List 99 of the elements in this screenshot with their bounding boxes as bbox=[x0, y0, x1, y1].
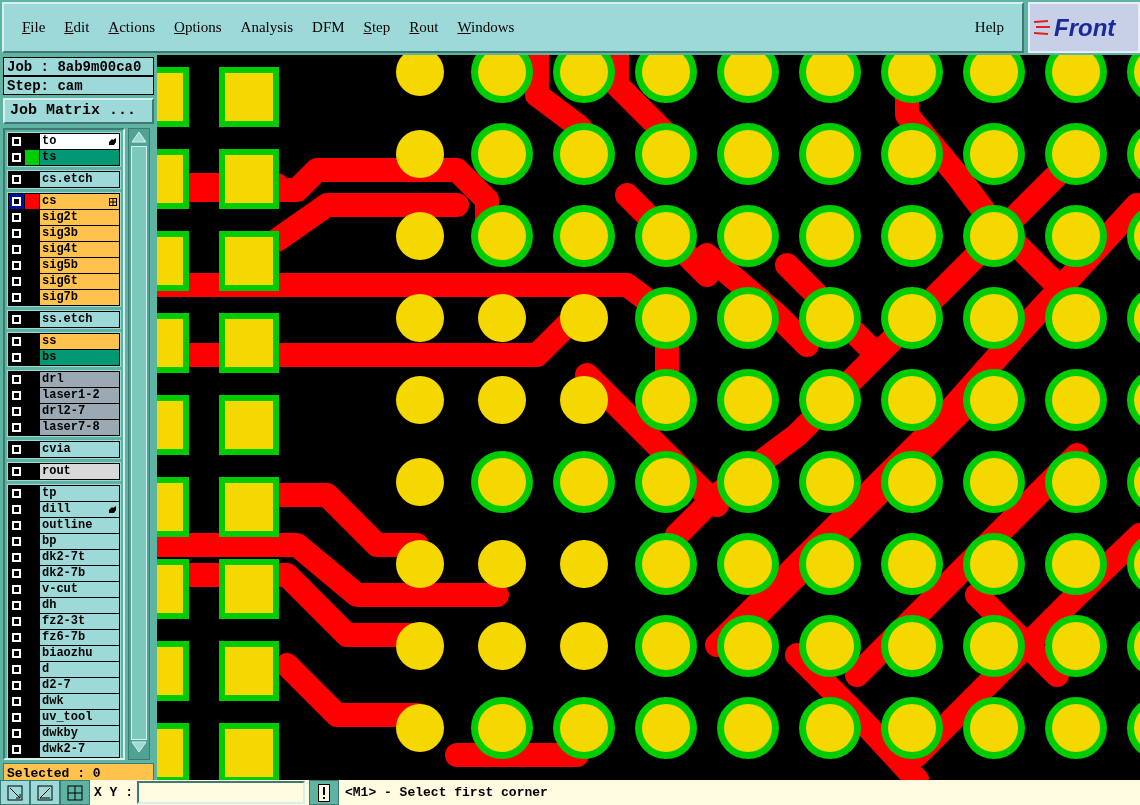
layer-name[interactable]: rout bbox=[40, 464, 119, 479]
status-message: <M1> - Select first corner bbox=[344, 784, 548, 802]
layer-name[interactable]: laser7-8 bbox=[40, 420, 119, 435]
layer-name[interactable]: uv_tool bbox=[40, 710, 119, 725]
layer-name[interactable]: sig7b bbox=[40, 290, 119, 305]
layer-name[interactable]: ts bbox=[40, 150, 119, 165]
layer-name[interactable]: dill bbox=[40, 502, 119, 517]
layer-name[interactable]: tp bbox=[40, 486, 119, 501]
layer-name[interactable]: dh bbox=[40, 598, 119, 613]
layer-name[interactable]: dwk2-7 bbox=[40, 742, 119, 757]
layer-name[interactable]: fz2-3t bbox=[40, 614, 119, 629]
layer-name[interactable]: biaozhu bbox=[40, 646, 119, 661]
layer-selector[interactable] bbox=[9, 502, 24, 517]
layer-selector[interactable] bbox=[9, 350, 24, 365]
layer-selector[interactable] bbox=[9, 274, 24, 289]
layer-name[interactable]: dwk bbox=[40, 694, 119, 709]
menu-item[interactable]: Analysis bbox=[232, 16, 302, 39]
coordinates-label: X Y : bbox=[93, 784, 134, 802]
layer-name[interactable]: d2-7 bbox=[40, 678, 119, 693]
vertical-scrollbar[interactable] bbox=[128, 128, 150, 760]
layer-selector[interactable] bbox=[9, 486, 24, 501]
grid-icon[interactable] bbox=[60, 780, 90, 805]
job-name: Job : 8ab9m00ca0 bbox=[3, 57, 154, 76]
layer-selector[interactable] bbox=[9, 678, 24, 693]
menu-item[interactable]: Windows bbox=[449, 16, 523, 39]
layer-selector[interactable] bbox=[9, 662, 24, 677]
logo-text: Front bbox=[1054, 12, 1116, 43]
layer-selector[interactable] bbox=[9, 258, 24, 273]
layer-selector[interactable] bbox=[9, 742, 24, 757]
layer-name[interactable]: bs bbox=[40, 350, 119, 365]
layer-selector[interactable] bbox=[9, 334, 24, 349]
coordinates-field[interactable] bbox=[137, 781, 305, 804]
layer-name[interactable]: cs bbox=[40, 194, 119, 209]
layer-selector[interactable] bbox=[9, 388, 24, 403]
layer-selector[interactable] bbox=[9, 312, 24, 327]
layer-name[interactable]: laser1-2 bbox=[40, 388, 119, 403]
layer-selector[interactable] bbox=[9, 404, 24, 419]
layer-name[interactable]: dk2-7b bbox=[40, 566, 119, 581]
menu-item[interactable]: Edit bbox=[56, 16, 98, 39]
layer-selector[interactable] bbox=[9, 210, 24, 225]
layer-selector[interactable] bbox=[9, 710, 24, 725]
layer-selector[interactable] bbox=[9, 694, 24, 709]
alert-icon[interactable] bbox=[309, 780, 339, 805]
layer-name[interactable]: fz6-7b bbox=[40, 630, 119, 645]
layer-selector[interactable] bbox=[9, 550, 24, 565]
layer-name[interactable]: drl2-7 bbox=[40, 404, 119, 419]
zoom-extents-icon[interactable] bbox=[0, 780, 30, 805]
layer-selector[interactable] bbox=[9, 518, 24, 533]
layer-name[interactable]: to bbox=[40, 134, 119, 149]
measure-icon[interactable] bbox=[30, 780, 60, 805]
step-name: Step: cam bbox=[3, 76, 154, 95]
menu-item[interactable]: Actions bbox=[100, 16, 164, 39]
layer-name[interactable]: sig6t bbox=[40, 274, 119, 289]
layer-name[interactable]: ss.etch bbox=[40, 312, 119, 327]
logo-icon bbox=[1034, 17, 1052, 38]
layer-selector[interactable] bbox=[9, 226, 24, 241]
help-menu[interactable]: Help bbox=[966, 16, 1012, 39]
layer-selector[interactable] bbox=[9, 290, 24, 305]
layer-selector[interactable] bbox=[9, 464, 24, 479]
layer-name[interactable]: dwkby bbox=[40, 726, 119, 741]
layer-selector[interactable] bbox=[9, 372, 24, 387]
layer-name[interactable]: cvia bbox=[40, 442, 119, 457]
layer-name[interactable]: sig3b bbox=[40, 226, 119, 241]
layer-selector[interactable] bbox=[9, 150, 24, 165]
layer-color-swatch[interactable] bbox=[25, 150, 39, 165]
layer-selector[interactable] bbox=[9, 134, 24, 149]
job-matrix-button[interactable]: Job Matrix ... bbox=[3, 98, 154, 124]
layer-selector[interactable] bbox=[9, 646, 24, 661]
layer-selector[interactable] bbox=[9, 242, 24, 257]
layer-name[interactable]: d bbox=[40, 662, 119, 677]
layer-name[interactable]: ss bbox=[40, 334, 119, 349]
layer-selector[interactable] bbox=[9, 582, 24, 597]
layer-name[interactable]: sig5b bbox=[40, 258, 119, 273]
layer-selector[interactable] bbox=[9, 442, 24, 457]
layer-selector[interactable] bbox=[9, 614, 24, 629]
layer-name[interactable]: dk2-7t bbox=[40, 550, 119, 565]
layer-name[interactable]: sig2t bbox=[40, 210, 119, 225]
menu-item[interactable]: Rout bbox=[401, 16, 447, 39]
layer-name[interactable]: sig4t bbox=[40, 242, 119, 257]
layer-name[interactable]: cs.etch bbox=[40, 172, 119, 187]
layer-selector[interactable] bbox=[9, 726, 24, 741]
layer-name[interactable]: v-cut bbox=[40, 582, 119, 597]
layer-name[interactable]: drl bbox=[40, 372, 119, 387]
layer-name[interactable]: outline bbox=[40, 518, 119, 533]
scrollbar-thumb[interactable] bbox=[131, 146, 147, 740]
layer-selector[interactable] bbox=[9, 566, 24, 581]
layer-color-swatch[interactable] bbox=[25, 194, 39, 209]
menu-item[interactable]: DFM bbox=[304, 16, 353, 39]
layer-name[interactable]: bp bbox=[40, 534, 119, 549]
layer-selector[interactable] bbox=[9, 630, 24, 645]
layer-selector[interactable] bbox=[9, 172, 24, 187]
menu-item[interactable]: File bbox=[14, 16, 54, 39]
pcb-layout-drawing[interactable] bbox=[157, 55, 1140, 780]
layer-selector[interactable] bbox=[9, 194, 24, 209]
layer-selector[interactable] bbox=[9, 420, 24, 435]
menu-item[interactable]: Options bbox=[166, 16, 230, 39]
layer-selector[interactable] bbox=[9, 598, 24, 613]
menu-item[interactable]: Step bbox=[355, 16, 399, 39]
layer-selector[interactable] bbox=[9, 534, 24, 549]
